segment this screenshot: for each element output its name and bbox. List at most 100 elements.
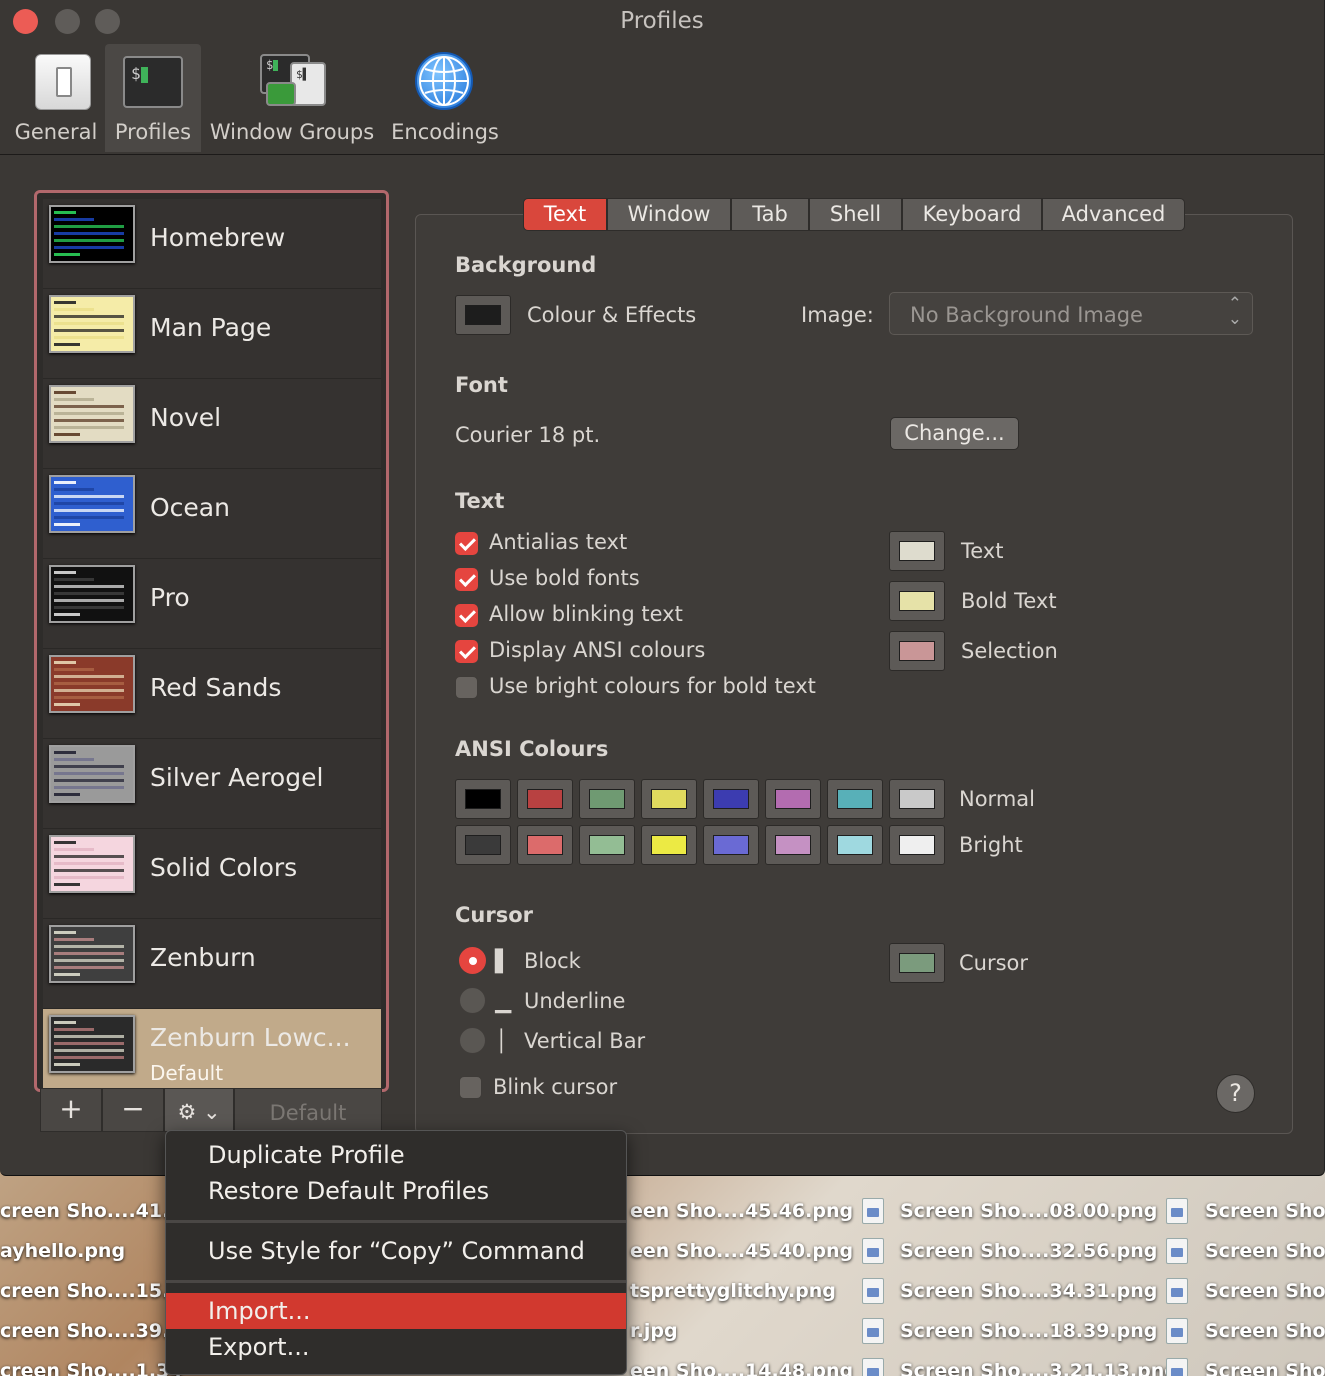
ansi-bright-colour-well[interactable] (517, 825, 573, 865)
desktop-file[interactable]: Screen Sho. (1205, 1360, 1325, 1376)
menu-item-use-style-copy[interactable]: Use Style for “Copy” Command (166, 1233, 626, 1269)
ansi-normal-colour-well[interactable] (579, 779, 635, 819)
tab-shell[interactable]: Shell (809, 198, 902, 231)
tab-advanced[interactable]: Advanced (1042, 198, 1185, 231)
text-option-checkbox[interactable] (455, 640, 478, 663)
cursor-colour-well[interactable] (889, 943, 945, 983)
ansi-normal-label: Normal (959, 787, 1035, 811)
profile-row[interactable]: Red Sands (43, 649, 381, 739)
desktop-file[interactable]: Screen Sho....3.21.13.png (900, 1360, 1178, 1376)
text-option-checkbox[interactable] (455, 532, 478, 555)
profile-row[interactable]: Novel (43, 379, 381, 469)
profile-default-label: Default (150, 1061, 224, 1085)
desktop-file[interactable]: Screen Sho. (1205, 1280, 1325, 1302)
window-title: Profiles (620, 8, 704, 34)
cursor-style-radio[interactable] (459, 1027, 486, 1054)
menu-item-import[interactable]: Import... (166, 1293, 626, 1329)
cursor-style-radio[interactable] (459, 987, 486, 1014)
thumbnail-line (54, 786, 124, 789)
cursor-style-radio[interactable] (459, 947, 486, 974)
toolbar-encodings[interactable]: Encodings (388, 44, 502, 152)
ansi-normal-colour-well[interactable] (765, 779, 821, 819)
ansi-normal-colour-well[interactable] (455, 779, 511, 819)
profile-row[interactable]: Zenburn (43, 919, 381, 1009)
profile-actions-button[interactable]: ⚙ ⌄ (164, 1088, 234, 1132)
thumbnail-line (54, 225, 124, 228)
image-file-icon (1166, 1198, 1188, 1224)
profile-row[interactable]: Silver Aerogel (43, 739, 381, 829)
toolbar-profiles[interactable]: $ Profiles (105, 44, 201, 152)
thumbnail-line (54, 952, 124, 955)
remove-profile-button[interactable]: − (102, 1088, 164, 1132)
ansi-normal-colour-well[interactable] (889, 779, 945, 819)
profile-row[interactable]: Homebrew (43, 199, 381, 289)
desktop-file[interactable]: Screen Sho. (1205, 1320, 1325, 1342)
change-font-button[interactable]: Change... (890, 417, 1019, 450)
menu-item-duplicate-profile[interactable]: Duplicate Profile (166, 1137, 626, 1173)
desktop-file[interactable]: een Sho....45.40.png (630, 1240, 853, 1262)
colour-swatch (837, 789, 873, 809)
desktop-file[interactable]: ayhello.png (0, 1240, 125, 1262)
profile-row[interactable]: Zenburn Lowc... Default (43, 1009, 381, 1089)
thumbnail-line (54, 322, 124, 325)
default-button-label: Default (269, 1101, 347, 1125)
text-colour-well[interactable] (889, 531, 945, 571)
help-button[interactable]: ? (1216, 1074, 1255, 1113)
text-option-checkbox[interactable] (455, 604, 478, 627)
desktop-file[interactable]: een Sho....14.48.png (630, 1360, 853, 1376)
desktop-file[interactable]: Screen Sho....18.39.png (900, 1320, 1157, 1342)
thumbnail-line (54, 675, 124, 678)
thumbnail-line (54, 232, 124, 235)
text-option-label: Antialias text (489, 530, 628, 554)
ansi-bright-colour-well[interactable] (889, 825, 945, 865)
text-option-checkbox[interactable] (455, 568, 478, 591)
desktop-file[interactable]: creen Sho....39. (0, 1320, 169, 1342)
text-colour-well[interactable] (889, 581, 945, 621)
blink-cursor-checkbox[interactable] (459, 1076, 482, 1099)
desktop-file[interactable]: Screen Sho. (1205, 1240, 1325, 1262)
ansi-normal-colour-well[interactable] (703, 779, 759, 819)
text-option-label: Use bright colours for bold text (489, 674, 816, 698)
profile-row[interactable]: Ocean (43, 469, 381, 559)
desktop-file[interactable]: creen Sho....15.4 (0, 1280, 183, 1302)
tab-window[interactable]: Window (607, 198, 731, 231)
ansi-normal-colour-well[interactable] (517, 779, 573, 819)
ansi-bright-colour-well[interactable] (703, 825, 759, 865)
default-button[interactable]: Default (234, 1088, 382, 1132)
text-colour-well[interactable] (889, 631, 945, 671)
ansi-bright-colour-well[interactable] (641, 825, 697, 865)
desktop-file[interactable]: Screen Sho....34.31.png (900, 1280, 1157, 1302)
desktop-file[interactable]: tsprettyglitchy.png (630, 1280, 836, 1302)
background-image-select[interactable]: No Background Image ⌃ ⌄ (889, 292, 1253, 335)
menu-item-export[interactable]: Export... (166, 1329, 626, 1365)
thumbnail-line (54, 959, 124, 962)
desktop-file[interactable]: Screen Sho....32.56.png (900, 1240, 1157, 1262)
text-option-checkbox[interactable] (455, 676, 478, 699)
desktop-file[interactable]: Screen Sho....08.00.png (900, 1200, 1157, 1222)
desktop-file[interactable]: Screen Sho. (1205, 1200, 1325, 1222)
font-heading: Font (455, 373, 508, 397)
profile-list[interactable]: Homebrew Man Page Novel Ocean Pro Red Sands Si… (34, 190, 389, 1092)
ansi-bright-colour-well[interactable] (455, 825, 511, 865)
tab-text[interactable]: Text (523, 198, 607, 231)
profile-row[interactable]: Pro (43, 559, 381, 649)
add-profile-button[interactable]: + (40, 1088, 102, 1132)
ansi-normal-colour-well[interactable] (827, 779, 883, 819)
toolbar-window-groups[interactable]: $ $▌ Window Groups (206, 44, 378, 152)
profile-row[interactable]: Solid Colors (43, 829, 381, 919)
desktop-file[interactable]: creen Sho....41.4 (0, 1200, 183, 1222)
ansi-normal-colour-well[interactable] (641, 779, 697, 819)
desktop-file[interactable]: een Sho....45.46.png (630, 1200, 853, 1222)
tab-tab[interactable]: Tab (731, 198, 809, 231)
ansi-bright-colour-well[interactable] (579, 825, 635, 865)
tab-keyboard[interactable]: Keyboard (902, 198, 1042, 231)
background-colour-well[interactable] (455, 295, 511, 335)
toolbar-general[interactable]: General (8, 44, 104, 152)
profile-row[interactable]: Man Page (43, 289, 381, 379)
desktop-file[interactable]: r.jpg (630, 1320, 678, 1342)
menu-item-restore-defaults[interactable]: Restore Default Profiles (166, 1173, 626, 1209)
ansi-bright-colour-well[interactable] (827, 825, 883, 865)
desktop-file[interactable]: creen Sho....1.34 (0, 1360, 183, 1376)
thumbnail-line (54, 1056, 124, 1059)
ansi-bright-colour-well[interactable] (765, 825, 821, 865)
